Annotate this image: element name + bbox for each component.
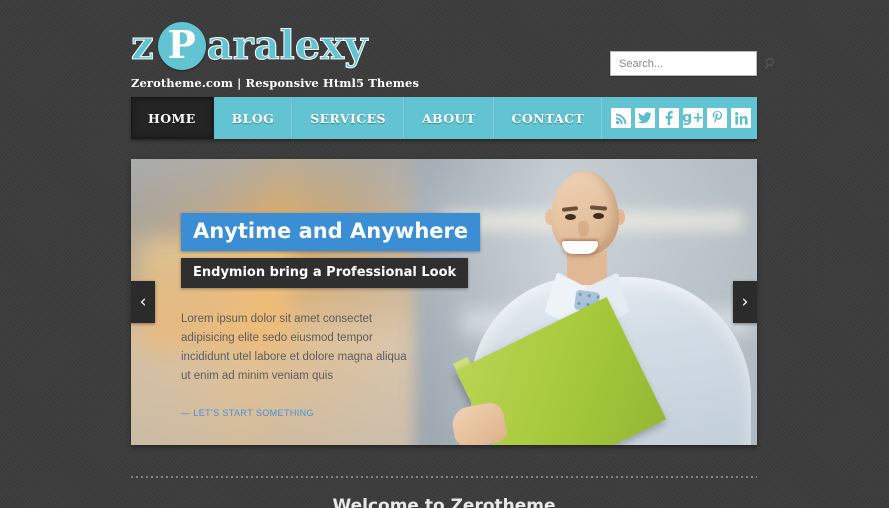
slider-next-button[interactable]: ›	[733, 281, 757, 323]
search-icon[interactable]	[765, 52, 777, 75]
nav-item-services[interactable]: SERVICES	[292, 97, 404, 139]
site-header: z P aralexy Zerotheme.com | Responsive H…	[131, 12, 775, 96]
search-input[interactable]	[611, 52, 765, 75]
logo-circle-badge: P	[157, 22, 206, 70]
linkedin-icon[interactable]	[731, 108, 751, 128]
slide-cta-link[interactable]: — LET'S START SOMETHING	[181, 408, 314, 418]
section-divider	[131, 476, 757, 478]
slide-caption: Anytime and Anywhere Endymion bring a Pr…	[181, 213, 481, 421]
social-links: g+	[611, 108, 751, 128]
businessman-figure	[431, 159, 757, 445]
figure-eye-right	[593, 213, 604, 219]
below-section-heading: Welcome to Zerotheme	[332, 498, 556, 508]
figure-nose	[578, 221, 589, 237]
nav-list: HOME BLOG SERVICES ABOUT CONTACT	[131, 97, 603, 139]
search-box[interactable]	[610, 51, 775, 76]
figure-hand	[449, 400, 509, 445]
slider-prev-button[interactable]: ‹	[131, 281, 155, 323]
nav-item-home[interactable]: HOME	[131, 97, 214, 139]
chevron-left-icon: ‹	[139, 291, 147, 312]
twitter-icon[interactable]	[635, 108, 655, 128]
figure-eye-left	[565, 214, 576, 220]
slide-description: Lorem ipsum dolor sit amet consectet adi…	[181, 313, 407, 382]
google-plus-glyph: g+	[682, 110, 704, 126]
page-root: z P aralexy Zerotheme.com | Responsive H…	[0, 0, 889, 508]
pinterest-icon[interactable]	[707, 108, 727, 128]
logo-text-rest: aralexy	[206, 22, 368, 69]
main-navbar: HOME BLOG SERVICES ABOUT CONTACT g+	[131, 97, 757, 139]
nav-item-contact[interactable]: CONTACT	[493, 97, 603, 139]
logo-letter-z: z	[131, 22, 155, 69]
facebook-icon[interactable]	[659, 108, 679, 128]
logo-tagline: Zerotheme.com | Responsive Html5 Themes	[131, 76, 420, 90]
nav-item-blog[interactable]: BLOG	[213, 97, 293, 139]
site-logo[interactable]: z P aralexy Zerotheme.com | Responsive H…	[131, 20, 419, 90]
slide-subtitle: Endymion bring a Professional Look	[181, 258, 469, 288]
rss-icon[interactable]	[611, 108, 631, 128]
google-plus-icon[interactable]: g+	[682, 108, 704, 128]
figure-smile	[562, 241, 598, 254]
slide-title: Anytime and Anywhere	[181, 213, 481, 251]
hero-slider: Anytime and Anywhere Endymion bring a Pr…	[131, 159, 757, 445]
logo-letter-p: P	[167, 22, 196, 67]
nav-item-about[interactable]: ABOUT	[403, 97, 494, 139]
chevron-right-icon: ›	[741, 291, 749, 312]
logo-wordmark: z P aralexy	[131, 20, 419, 72]
